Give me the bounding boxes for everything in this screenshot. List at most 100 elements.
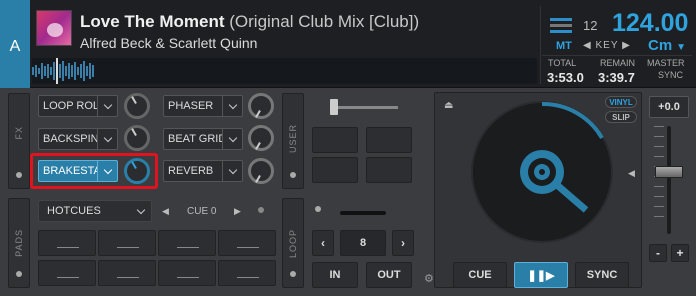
fx-slot-5-label: BEAT GRID bbox=[168, 133, 222, 145]
loop-halve-button[interactable]: ‹ bbox=[312, 230, 334, 256]
loop-dot-icon[interactable] bbox=[290, 271, 296, 277]
loop-in-label: IN bbox=[329, 269, 341, 281]
fx-slot-3-knob[interactable] bbox=[124, 158, 150, 184]
cue-label: CUE bbox=[468, 269, 492, 281]
fx-slot-2-knob[interactable] bbox=[124, 125, 150, 151]
fx-slot-4-knob[interactable] bbox=[248, 93, 274, 119]
key-dropdown-icon: ▼ bbox=[676, 42, 687, 53]
track-title: Love The Moment (Original Club Mix [Club… bbox=[80, 12, 419, 32]
pad-mode-select[interactable]: HOTCUES bbox=[38, 200, 152, 222]
fx-slot-1-select[interactable]: LOOP ROL bbox=[38, 95, 118, 117]
loop-progress-bar bbox=[340, 211, 386, 215]
fx-slot-2-select[interactable]: BACKSPIN bbox=[38, 128, 118, 150]
user-button-2[interactable] bbox=[366, 127, 412, 153]
jog-side-arrow-icon[interactable]: ◀ bbox=[628, 168, 635, 179]
key-control: ◀ KEY ▶ bbox=[583, 40, 631, 51]
fx-slot-5-knob[interactable] bbox=[248, 125, 274, 151]
chevron-down-icon bbox=[222, 161, 242, 181]
loop-side-panel: LOOP bbox=[282, 198, 304, 288]
header-divider-h bbox=[542, 55, 692, 56]
fx-slot-1-knob[interactable] bbox=[124, 93, 150, 119]
fx-slot-3-select[interactable]: BRAKESTA bbox=[38, 160, 118, 182]
key-value-text: Cm bbox=[648, 37, 673, 54]
fx-dot-icon[interactable] bbox=[16, 172, 22, 178]
loop-label: LOOP bbox=[288, 229, 298, 259]
fx-slot-4-select[interactable]: PHASER bbox=[163, 95, 243, 117]
fx-slot-5-select[interactable]: BEAT GRID bbox=[163, 128, 243, 150]
loop-out-button[interactable]: OUT bbox=[366, 262, 412, 288]
pitch-plus-label: + bbox=[676, 246, 684, 260]
pitch-plus-button[interactable]: + bbox=[671, 244, 689, 262]
loop-out-label: OUT bbox=[377, 269, 401, 281]
track-artist: Alfred Beck & Scarlett Quinn bbox=[80, 35, 258, 51]
fx-slot-4-label: PHASER bbox=[168, 100, 214, 112]
loop-length[interactable]: 8 bbox=[340, 230, 386, 256]
master-tempo-button[interactable]: MT bbox=[556, 40, 572, 52]
pad-page-next-icon[interactable]: ▶ bbox=[234, 206, 241, 217]
key-number: 12 bbox=[583, 18, 598, 33]
pad-2[interactable] bbox=[98, 230, 156, 256]
pad-6[interactable] bbox=[98, 260, 156, 286]
total-label: TOTAL bbox=[548, 58, 577, 68]
slip-label: SLIP bbox=[612, 112, 630, 122]
pad-mode-label: HOTCUES bbox=[47, 205, 101, 217]
jog-wheel[interactable] bbox=[470, 100, 614, 244]
mini-waveform[interactable] bbox=[32, 58, 537, 84]
fx-label: FX bbox=[14, 126, 24, 140]
chevron-down-icon bbox=[97, 129, 117, 149]
user-side-panel: USER bbox=[282, 93, 304, 189]
pitch-slider-track[interactable] bbox=[667, 126, 671, 234]
pad-3[interactable] bbox=[158, 230, 216, 256]
user-button-4[interactable] bbox=[366, 157, 412, 183]
master-label[interactable]: MASTER bbox=[647, 58, 685, 68]
key-up-icon[interactable]: ▶ bbox=[622, 40, 631, 51]
loop-dot-icon-2[interactable] bbox=[315, 206, 321, 212]
pitch-slider-handle[interactable] bbox=[655, 166, 683, 178]
settings-gear-icon[interactable]: ⚙ bbox=[424, 272, 434, 285]
header-divider bbox=[540, 6, 541, 84]
chevron-down-icon bbox=[131, 201, 151, 221]
key-value[interactable]: Cm ▼ bbox=[648, 37, 686, 54]
pad-5[interactable] bbox=[38, 260, 96, 286]
pad-8[interactable] bbox=[218, 260, 276, 286]
user-dot-icon[interactable] bbox=[290, 172, 296, 178]
chevron-right-icon: › bbox=[401, 236, 405, 250]
deck-selector[interactable]: A bbox=[0, 0, 30, 88]
pad-1[interactable] bbox=[38, 230, 96, 256]
user-slider-track[interactable] bbox=[338, 106, 398, 109]
pad-7[interactable] bbox=[158, 260, 216, 286]
remain-time[interactable]: 3:39.7 bbox=[598, 70, 635, 85]
loop-double-button[interactable]: › bbox=[392, 230, 414, 256]
chevron-down-icon bbox=[222, 96, 242, 116]
bpm-lanes-icon bbox=[550, 18, 572, 36]
key-down-icon[interactable]: ◀ bbox=[583, 40, 592, 51]
deck-letter: A bbox=[9, 38, 21, 55]
play-pause-button[interactable]: ❚❚▶ bbox=[514, 262, 568, 288]
fx-slot-1-label: LOOP ROL bbox=[43, 100, 97, 112]
fx-slot-3-label: BRAKESTA bbox=[43, 165, 97, 177]
pad-page-prev-icon[interactable]: ◀ bbox=[162, 206, 169, 217]
loop-in-button[interactable]: IN bbox=[312, 262, 358, 288]
cue-button[interactable]: CUE bbox=[453, 262, 507, 288]
user-button-3[interactable] bbox=[312, 157, 358, 183]
pad-4[interactable] bbox=[218, 230, 276, 256]
eject-icon[interactable]: ⏏ bbox=[444, 100, 453, 111]
pitch-value-text: +0.0 bbox=[658, 101, 680, 113]
remain-label: REMAIN bbox=[600, 58, 636, 68]
loop-length-value: 8 bbox=[359, 237, 367, 249]
master-sync-label[interactable]: SYNC bbox=[658, 70, 683, 80]
chevron-down-icon bbox=[222, 129, 242, 149]
sync-button[interactable]: SYNC bbox=[575, 262, 629, 288]
pad-page-dot-icon[interactable] bbox=[258, 207, 264, 213]
user-button-1[interactable] bbox=[312, 127, 358, 153]
chevron-down-icon bbox=[97, 96, 117, 116]
pads-dot-icon[interactable] bbox=[16, 271, 22, 277]
fx-slot-6-select[interactable]: REVERB bbox=[163, 160, 243, 182]
bpm-display[interactable]: 124.00 bbox=[612, 9, 688, 38]
track-mix: (Original Club Mix [Club]) bbox=[229, 12, 420, 31]
pitch-minus-button[interactable]: - bbox=[649, 244, 667, 262]
user-slider-handle[interactable] bbox=[330, 99, 338, 115]
fx-slot-6-knob[interactable] bbox=[248, 158, 274, 184]
pitch-value[interactable]: +0.0 bbox=[649, 96, 689, 118]
chevron-down-icon bbox=[97, 161, 117, 181]
